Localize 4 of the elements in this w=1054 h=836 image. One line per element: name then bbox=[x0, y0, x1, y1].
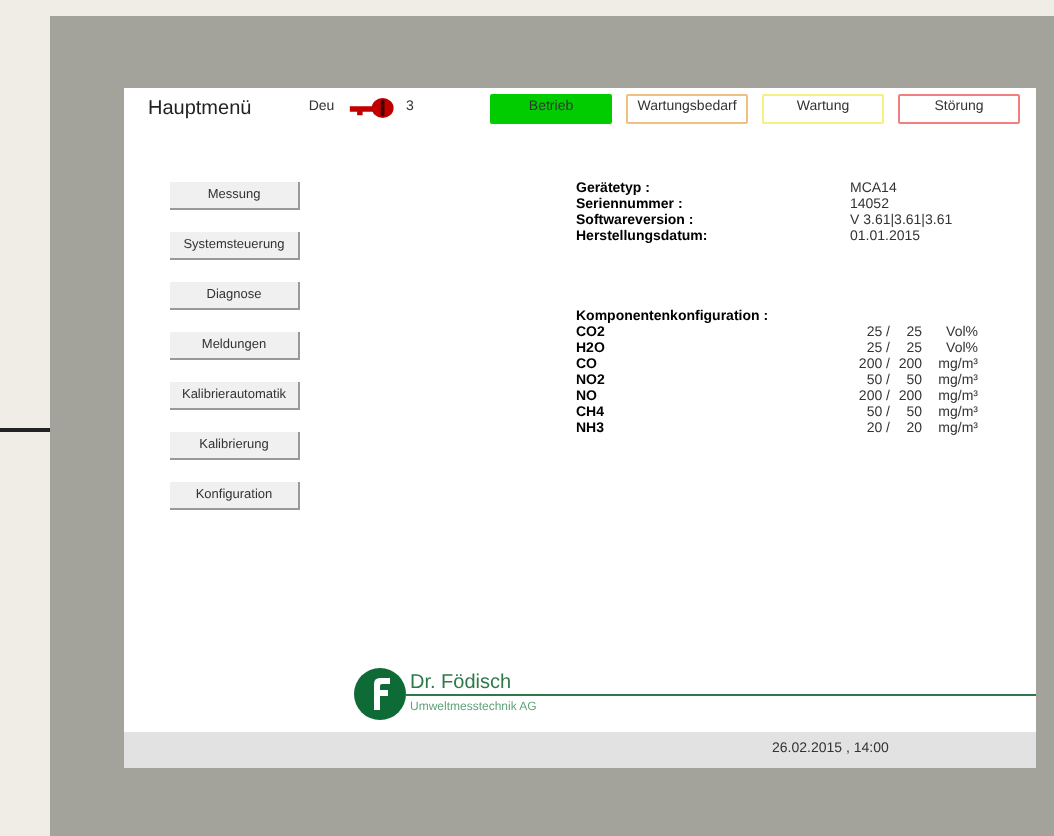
screen-title: Hauptmenü bbox=[148, 95, 254, 123]
key-icon bbox=[348, 96, 399, 120]
logo-icon bbox=[354, 668, 406, 720]
company-name: Dr. Födisch bbox=[408, 671, 514, 693]
